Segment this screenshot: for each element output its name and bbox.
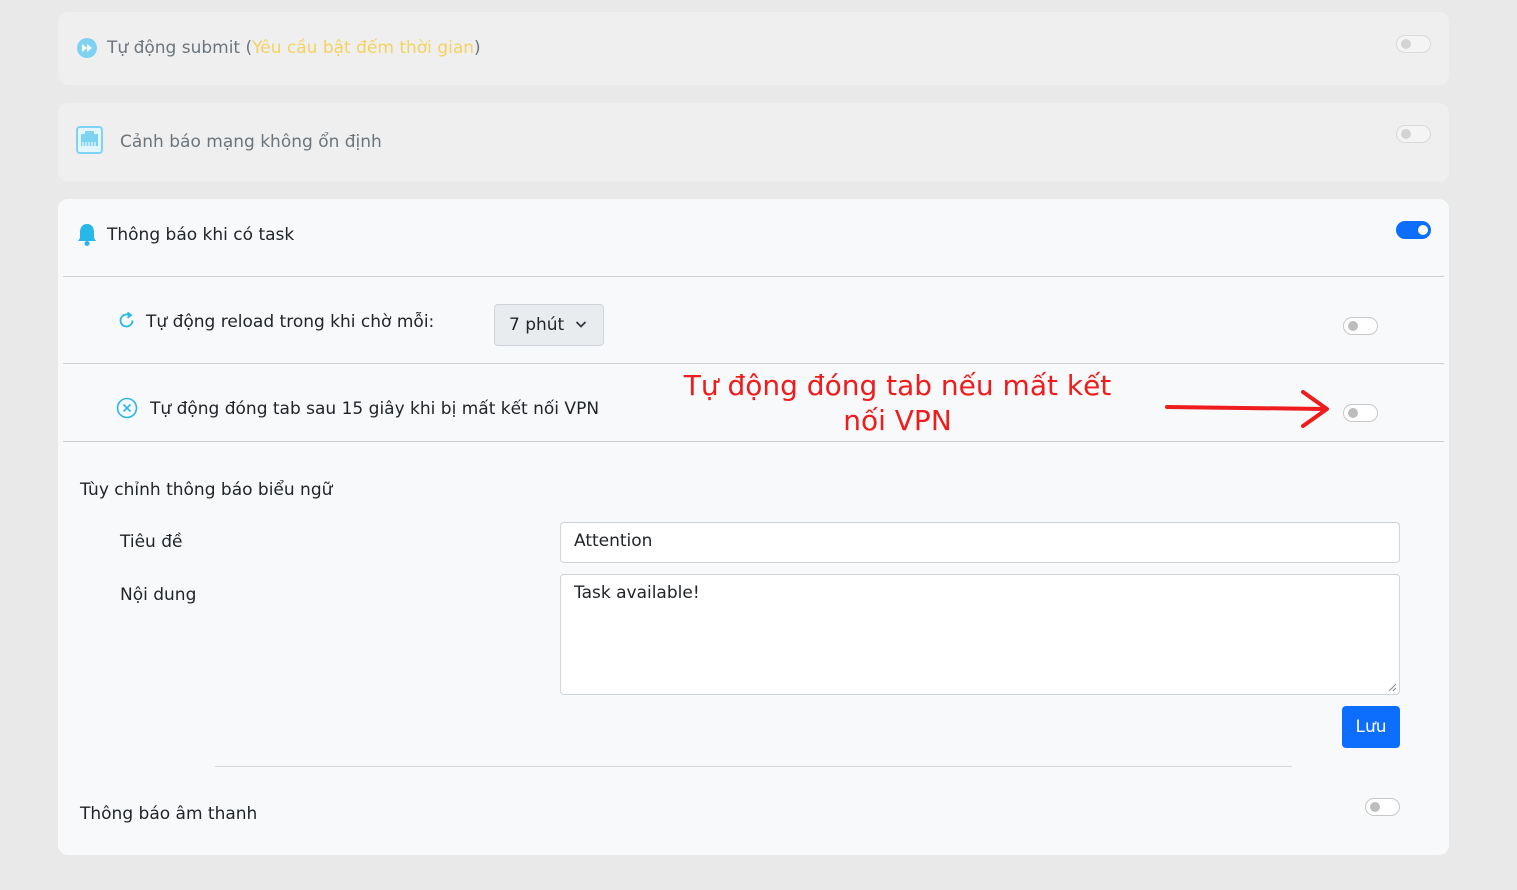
toggle-knob	[1370, 802, 1380, 812]
task-notification-label: Thông báo khi có task	[107, 225, 295, 245]
banner-content-label: Nội dung	[120, 585, 197, 605]
banner-content-value: Task available!	[574, 583, 700, 603]
reload-interval-value: 7 phút	[509, 315, 565, 335]
toggle-knob	[1418, 225, 1428, 235]
network-warning-toggle[interactable]	[1396, 125, 1431, 143]
refresh-icon	[119, 311, 134, 328]
reload-interval-select[interactable]: 7 phút	[494, 304, 604, 346]
save-button[interactable]: Lưu	[1342, 706, 1400, 748]
auto-submit-close-paren: )	[474, 38, 481, 58]
divider	[63, 363, 1444, 364]
auto-close-tab-label: Tự động đóng tab sau 15 giây khi bị mất …	[150, 399, 600, 419]
network-warning-label: Cảnh báo mạng không ổn định	[120, 132, 382, 152]
close-circle-icon	[116, 397, 138, 419]
fast-forward-icon	[77, 38, 97, 58]
auto-submit-label: Tự động submit (Yêu cầu bật đếm thời gia…	[107, 38, 481, 58]
auto-reload-label: Tự động reload trong khi chờ mỗi:	[146, 312, 435, 332]
toggle-knob	[1401, 39, 1411, 49]
network-icon	[76, 126, 103, 154]
toggle-knob	[1401, 129, 1411, 139]
annotation-text: Tự động đóng tab nếu mất kết nối VPN	[683, 369, 1112, 437]
toggle-knob	[1348, 321, 1358, 331]
resize-handle-icon[interactable]	[1387, 682, 1397, 692]
banner-title-input[interactable]: Attention	[560, 522, 1400, 563]
sound-notification-toggle[interactable]	[1365, 798, 1400, 816]
annotation-arrow-icon	[1165, 390, 1329, 428]
task-notification-toggle[interactable]	[1396, 221, 1431, 239]
auto-close-tab-toggle[interactable]	[1343, 404, 1378, 422]
auto-reload-toggle[interactable]	[1343, 317, 1378, 335]
banner-title-value: Attention	[574, 531, 653, 551]
auto-submit-hint: Yêu cầu bật đếm thời gian	[252, 38, 475, 58]
divider	[215, 766, 1292, 767]
sound-notification-label: Thông báo âm thanh	[80, 804, 258, 824]
banner-title-label: Tiêu đề	[120, 532, 183, 552]
banner-section-title: Tùy chỉnh thông báo biểu ngữ	[80, 480, 333, 500]
auto-submit-toggle[interactable]	[1396, 35, 1431, 53]
bell-icon	[78, 224, 96, 246]
toggle-knob	[1348, 408, 1358, 418]
divider	[63, 276, 1444, 277]
chevron-down-icon	[575, 321, 587, 328]
auto-submit-label-text: Tự động submit (	[107, 38, 253, 58]
divider	[63, 441, 1444, 442]
banner-content-textarea[interactable]: Task available!	[560, 574, 1400, 695]
